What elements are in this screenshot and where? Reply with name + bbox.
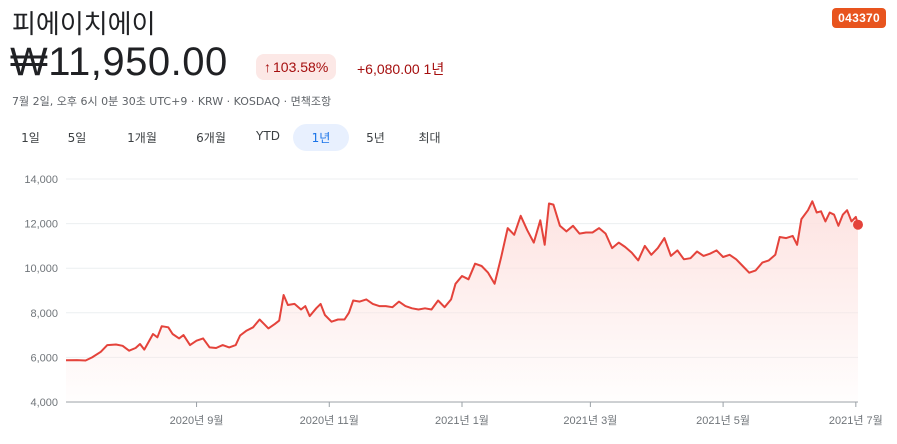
x-tick-label: 2021년 1월 — [435, 414, 489, 427]
range-selector: 1일 5일 1개월 6개월 YTD 1년 5년 최대 — [12, 124, 457, 151]
y-tick-label: 12,000 — [24, 219, 58, 231]
y-tick-label: 14,000 — [24, 174, 58, 186]
x-tick-label: 2021년 3월 — [563, 414, 617, 427]
arrow-up-icon: ↑ — [264, 59, 271, 75]
range-3[interactable]: 1개월 — [105, 124, 179, 151]
price-chart[interactable]: 4,000 6,000 8,000 10,000 12,000 14,000 2020년 9… — [0, 160, 897, 444]
range-6[interactable]: 1년 — [293, 124, 349, 151]
range-1[interactable]: 1일 — [12, 124, 49, 151]
x-tick-label: 2021년 5월 — [696, 414, 750, 427]
x-tick-label: 2021년 7월 — [829, 414, 883, 427]
y-tick-label: 10,000 — [24, 263, 58, 275]
change-percent-badge: ↑ 103.58% — [256, 54, 337, 80]
ticker-badge[interactable]: 043370 — [832, 8, 886, 28]
range-5[interactable]: YTD — [243, 124, 293, 151]
current-price: ₩11,950.00 — [10, 40, 228, 84]
range-8[interactable]: 최대 — [402, 124, 457, 151]
stock-name: 피에이치에이 — [12, 10, 156, 40]
y-tick-label: 4,000 — [30, 397, 58, 409]
range-7[interactable]: 5년 — [349, 124, 402, 151]
change-percent: 103.58% — [273, 59, 329, 75]
change-absolute: +6,080.00 1년 — [357, 61, 445, 77]
range-2[interactable]: 5일 — [49, 124, 105, 151]
x-tick-label: 2020년 9월 — [170, 414, 224, 427]
x-tick-label: 2020년 11월 — [300, 414, 359, 427]
last-price-point — [853, 219, 863, 230]
y-tick-label: 6,000 — [30, 352, 58, 364]
quote-meta[interactable]: 7월 2일, 오후 6시 0분 30초 UTC+9 · KRW · KOSDAQ… — [12, 93, 331, 109]
price-area — [66, 201, 858, 402]
range-4[interactable]: 6개월 — [179, 124, 243, 151]
y-tick-label: 8,000 — [30, 308, 58, 320]
